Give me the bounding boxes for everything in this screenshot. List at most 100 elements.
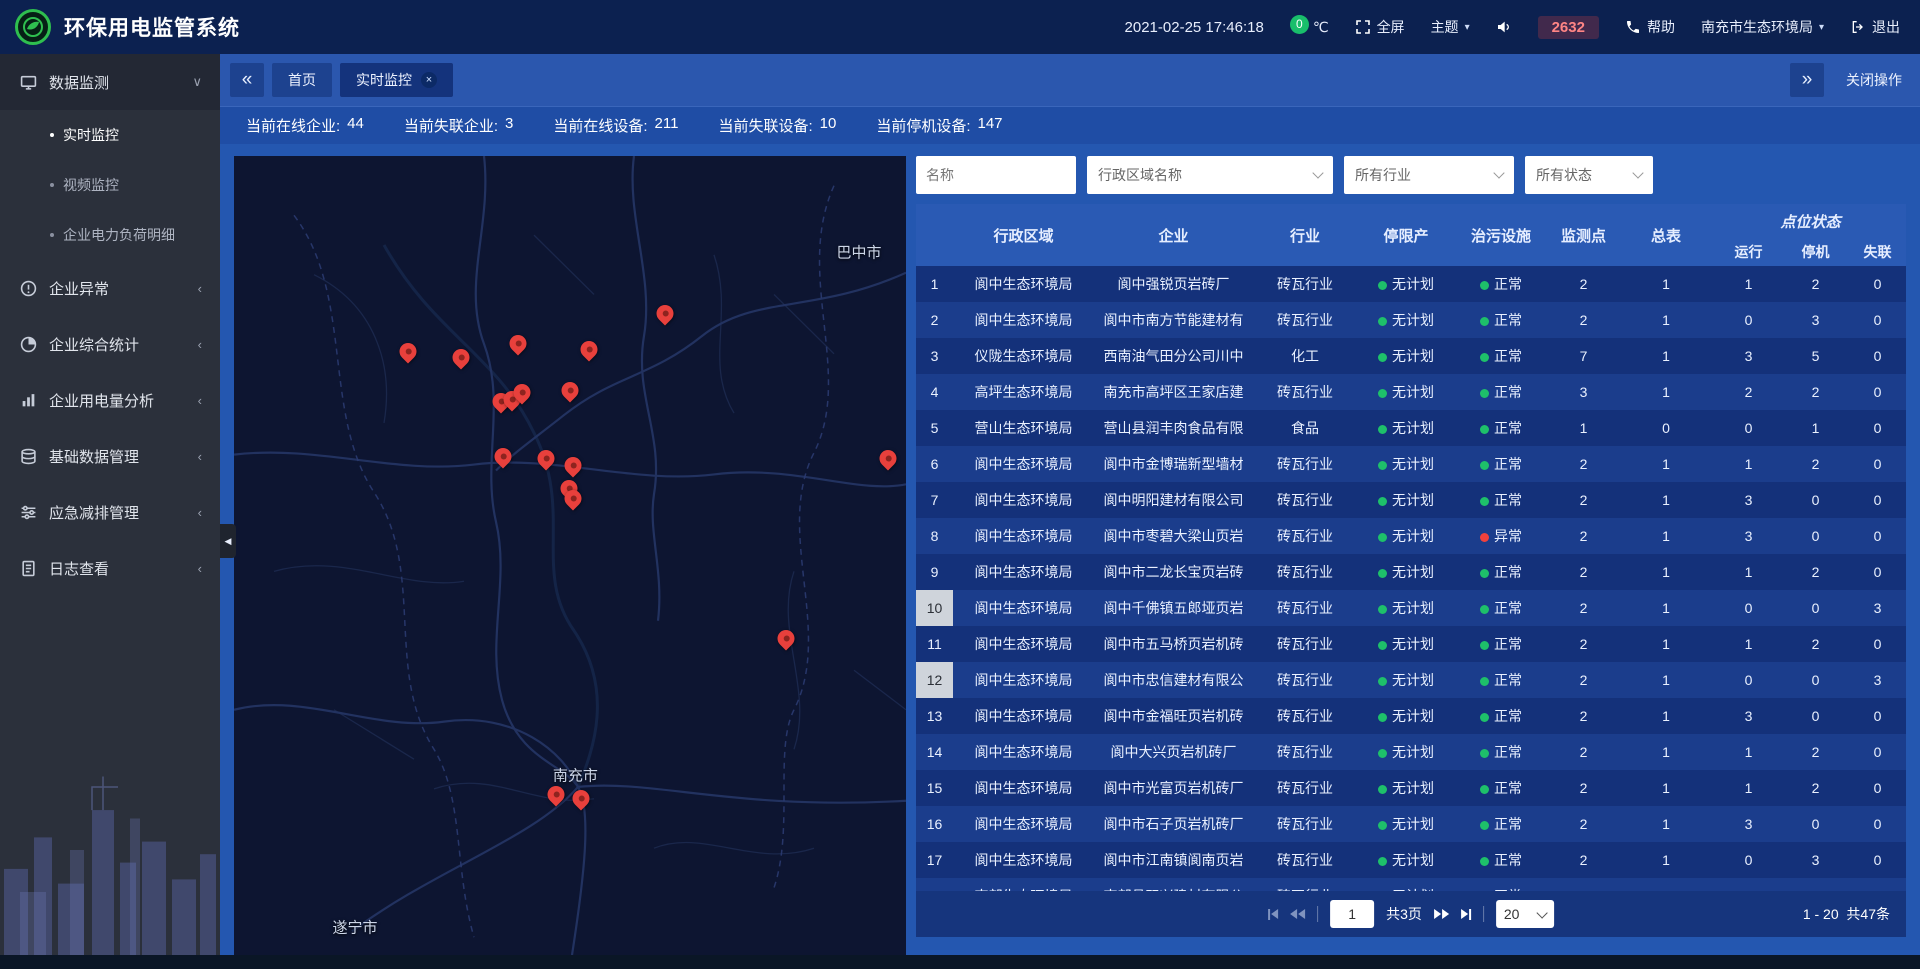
- announcement-button[interactable]: [1496, 19, 1512, 35]
- row-index-cell: 6: [916, 446, 953, 482]
- database-icon: [20, 448, 37, 465]
- speaker-icon: [1496, 19, 1512, 35]
- table-row[interactable]: 17 阆中生态环境局 阆中市江南镇阆南页岩 砖瓦行业 无计划 正常 2 1 0 …: [916, 842, 1906, 878]
- map-pin[interactable]: [564, 490, 581, 510]
- map-pin[interactable]: [537, 450, 554, 470]
- name-search-input[interactable]: [916, 156, 1076, 194]
- pie-chart-icon: [20, 336, 37, 353]
- map-pin[interactable]: [514, 384, 531, 404]
- table-row[interactable]: 4 高坪生态环境局 南充市高坪区王家店建 砖瓦行业 无计划 正常 3 1 2 2…: [916, 374, 1906, 410]
- sidebar-group-power-analysis[interactable]: 企业用电量分析 ‹: [0, 372, 220, 428]
- table-row[interactable]: 10 阆中生态环境局 阆中千佛镇五郎垭页岩 砖瓦行业 无计划 正常 2 1 0 …: [916, 590, 1906, 626]
- row-index-cell: 1: [916, 266, 953, 302]
- chevron-left-icon: ‹: [198, 337, 202, 352]
- logout-button[interactable]: 退出: [1850, 17, 1900, 37]
- cell-stop: 2: [1785, 374, 1846, 410]
- sidebar-group-data-monitor[interactable]: 数据监测 ∨: [0, 54, 220, 110]
- sidebar-item-power-load-detail[interactable]: 企业电力负荷明细: [0, 210, 220, 260]
- prev-page-button[interactable]: [1290, 909, 1305, 919]
- table-row[interactable]: 9 阆中生态环境局 阆中市二龙长宝页岩砖 砖瓦行业 无计划 正常 2 1 1 2…: [916, 554, 1906, 590]
- cell-points: 2: [1547, 590, 1620, 626]
- table-row[interactable]: 11 阆中生态环境局 阆中市五马桥页岩机砖 砖瓦行业 无计划 正常 2 1 1 …: [916, 626, 1906, 662]
- cell-run: 0: [1712, 590, 1785, 626]
- sidebar-item-realtime-monitor[interactable]: 实时监控: [0, 110, 220, 160]
- table-row[interactable]: 6 阆中生态环境局 阆中市金博瑞新型墙材 砖瓦行业 无计划 正常 2 1 1 2…: [916, 446, 1906, 482]
- cell-stop: 0: [1785, 482, 1846, 518]
- cell-facility-status: 正常: [1455, 662, 1547, 698]
- sidebar-group-enterprise-abnormal[interactable]: 企业异常 ‹: [0, 260, 220, 316]
- sidebar-item-video-monitor[interactable]: 视频监控: [0, 160, 220, 210]
- industry-select[interactable]: 所有行业: [1344, 156, 1514, 194]
- cell-lost: 0: [1846, 374, 1906, 410]
- limit-status-dot: [1378, 749, 1387, 758]
- page-size-select[interactable]: 20: [1496, 900, 1554, 928]
- map-pin[interactable]: [879, 450, 896, 470]
- limit-status-dot: [1378, 281, 1387, 290]
- cell-lost: 0: [1846, 842, 1906, 878]
- cell-points: 3: [1547, 374, 1620, 410]
- row-index-cell: 15: [916, 770, 953, 806]
- sidebar-group-base-data[interactable]: 基础数据管理 ‹: [0, 428, 220, 484]
- limit-status-dot: [1378, 461, 1387, 470]
- tab-realtime-monitor[interactable]: 实时监控 ×: [340, 63, 453, 97]
- bullet-icon: [50, 133, 54, 137]
- table-row[interactable]: 13 阆中生态环境局 阆中市金福旺页岩机砖 砖瓦行业 无计划 正常 2 1 3 …: [916, 698, 1906, 734]
- map-pin[interactable]: [509, 335, 526, 355]
- sidebar-group-enterprise-stats[interactable]: 企业综合统计 ‹: [0, 316, 220, 372]
- stat-offline-devices: 当前失联设备:10: [718, 115, 836, 136]
- map-panel[interactable]: 巴中市南充市遂宁市: [234, 156, 906, 955]
- table-row[interactable]: 8 阆中生态环境局 阆中市枣碧大梁山页岩 砖瓦行业 无计划 异常 2 1 3 0…: [916, 518, 1906, 554]
- map-pin[interactable]: [547, 786, 564, 806]
- row-index-cell: 16: [916, 806, 953, 842]
- map-pin[interactable]: [565, 457, 582, 477]
- tab-home[interactable]: 首页: [272, 63, 332, 97]
- table-row[interactable]: 5 营山生态环境局 营山县润丰肉食品有限 食品 无计划 正常 1 0 0 1 0: [916, 410, 1906, 446]
- map-pin[interactable]: [453, 349, 470, 369]
- theme-dropdown[interactable]: 主题 ▾: [1431, 17, 1470, 37]
- map-pin[interactable]: [495, 448, 512, 468]
- tabs-scroll-right-button[interactable]: »: [1790, 63, 1824, 97]
- close-operations-button[interactable]: 关闭操作: [1846, 70, 1902, 90]
- page-number-input[interactable]: [1330, 900, 1374, 928]
- tabs-scroll-left-button[interactable]: «: [230, 63, 264, 97]
- alarm-count-badge[interactable]: 2632: [1538, 16, 1599, 39]
- table-row[interactable]: 16 阆中生态环境局 阆中市石子页岩机砖厂 砖瓦行业 无计划 正常 2 1 3 …: [916, 806, 1906, 842]
- map-pin[interactable]: [777, 630, 794, 650]
- table-row[interactable]: 12 阆中生态环境局 阆中市忠信建材有限公 砖瓦行业 无计划 正常 2 1 0 …: [916, 662, 1906, 698]
- sidebar-group-emergency[interactable]: 应急减排管理 ‹: [0, 484, 220, 540]
- next-page-button[interactable]: [1434, 909, 1449, 919]
- table-row[interactable]: 18 南部生态环境局 南部县双兴建材有限公 砖瓦行业 无计划 正常 2 1 0 …: [916, 878, 1906, 891]
- map-pin[interactable]: [562, 382, 579, 402]
- table-row[interactable]: 15 阆中生态环境局 阆中市光富页岩机砖厂 砖瓦行业 无计划 正常 2 1 1 …: [916, 770, 1906, 806]
- table-row[interactable]: 3 仪陇生态环境局 西南油气田分公司川中 化工 无计划 正常 7 1 3 5 0: [916, 338, 1906, 374]
- table-row[interactable]: 7 阆中生态环境局 阆中明阳建材有限公司 砖瓦行业 无计划 正常 2 1 3 0…: [916, 482, 1906, 518]
- cell-industry: 砖瓦行业: [1253, 698, 1357, 734]
- org-dropdown[interactable]: 南充市生态环境局 ▾: [1701, 17, 1824, 37]
- cell-lost: 3: [1846, 590, 1906, 626]
- first-page-button[interactable]: [1268, 909, 1278, 920]
- sidebar-collapse-button[interactable]: ◀: [220, 524, 236, 558]
- cell-facility-status: 正常: [1455, 842, 1547, 878]
- table-row[interactable]: 1 阆中生态环境局 阆中强锐页岩砖厂 砖瓦行业 无计划 正常 2 1 1 2 0: [916, 266, 1906, 302]
- map-pin[interactable]: [656, 305, 673, 325]
- table-row[interactable]: 2 阆中生态环境局 阆中市南方节能建材有 砖瓦行业 无计划 正常 2 1 0 3…: [916, 302, 1906, 338]
- chevron-down-icon: ∨: [192, 74, 202, 90]
- help-button[interactable]: 帮助: [1625, 17, 1675, 37]
- cell-run: 1: [1712, 446, 1785, 482]
- map-pin[interactable]: [572, 790, 589, 810]
- region-select[interactable]: 行政区域名称: [1087, 156, 1333, 194]
- cell-meters: 1: [1620, 878, 1712, 891]
- map-pin[interactable]: [400, 343, 417, 363]
- table-row[interactable]: 14 阆中生态环境局 阆中大兴页岩机砖厂 砖瓦行业 无计划 正常 2 1 1 2…: [916, 734, 1906, 770]
- right-panel: 行政区域名称 所有行业 所有状态: [916, 156, 1906, 937]
- cell-run: 3: [1712, 806, 1785, 842]
- status-select[interactable]: 所有状态: [1525, 156, 1653, 194]
- close-icon[interactable]: ×: [421, 72, 437, 88]
- facility-status-dot: [1480, 533, 1489, 542]
- fullscreen-button[interactable]: 全屏: [1355, 17, 1405, 37]
- last-page-button[interactable]: [1461, 909, 1471, 920]
- sidebar-group-log[interactable]: 日志查看 ‹: [0, 540, 220, 596]
- cell-run: 1: [1712, 734, 1785, 770]
- row-index-cell: 5: [916, 410, 953, 446]
- map-pin[interactable]: [581, 341, 598, 361]
